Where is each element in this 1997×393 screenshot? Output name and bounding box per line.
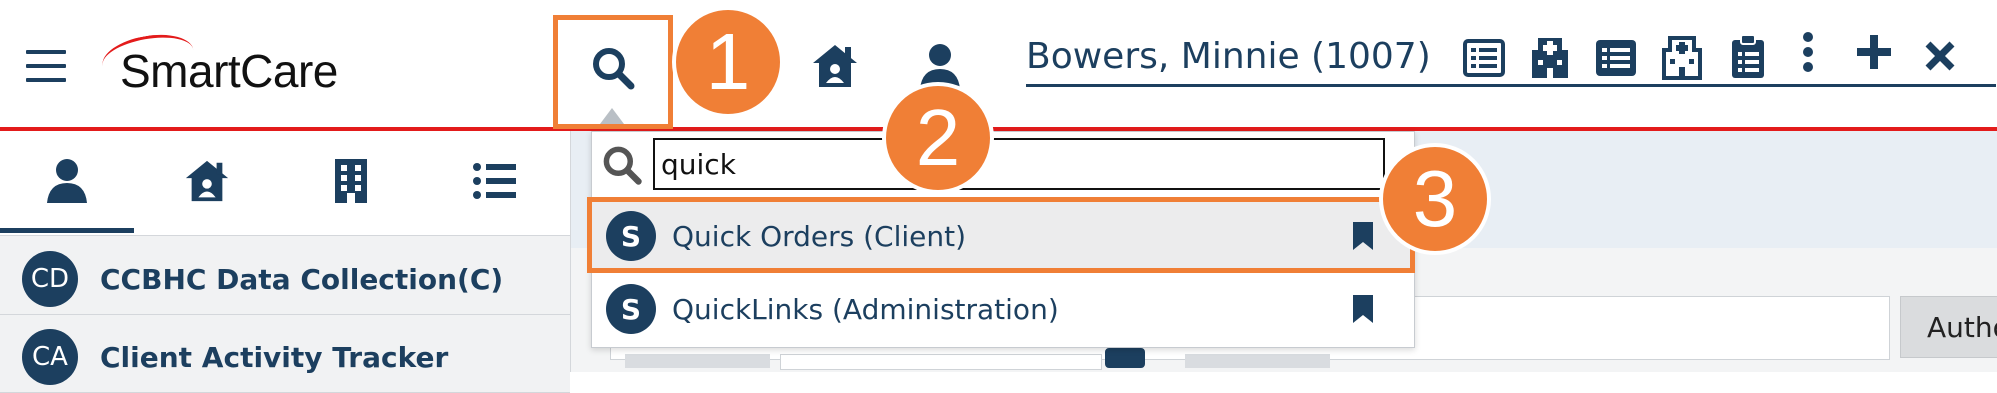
building-icon	[335, 159, 367, 203]
list-alt-icon[interactable]	[1588, 30, 1644, 86]
tab-list[interactable]	[428, 131, 562, 231]
search-input[interactable]	[653, 138, 1385, 190]
search-icon	[600, 143, 644, 191]
callout-badge-1: 1	[672, 6, 784, 118]
hospital-icon[interactable]	[1522, 28, 1578, 84]
menu-icon[interactable]	[26, 50, 66, 84]
list-document-icon[interactable]	[1456, 30, 1512, 86]
active-tab-indicator	[0, 228, 134, 233]
authorize-button[interactable]: Autho	[1900, 296, 1997, 358]
search-result-item[interactable]: S QuickLinks (Administration)	[592, 275, 1412, 343]
person-icon	[47, 159, 87, 203]
home-icon	[185, 160, 229, 202]
hospital-outline-icon[interactable]	[1654, 28, 1710, 84]
callout-badge-3: 3	[1379, 143, 1491, 255]
background-field	[780, 354, 1102, 370]
background-label	[1185, 354, 1330, 368]
result-avatar: S	[606, 284, 656, 334]
clipboard-icon[interactable]	[1720, 28, 1776, 84]
tab-client[interactable]	[0, 131, 134, 231]
home-icon[interactable]	[807, 38, 863, 94]
app-logo[interactable]: SmartCare	[120, 44, 338, 98]
item-avatar: CA	[22, 329, 78, 385]
more-vertical-icon[interactable]	[1780, 24, 1836, 80]
search-result-label: QuickLinks (Administration)	[672, 292, 1059, 326]
callout-badge-2: 2	[882, 82, 994, 194]
background-label	[625, 354, 770, 368]
client-name[interactable]: Bowers, Minnie (1007)	[1026, 36, 1431, 77]
plus-icon[interactable]	[1846, 24, 1902, 80]
list-item-label: Client Activity Tracker	[100, 340, 449, 374]
list-item[interactable]: CA Client Activity Tracker	[0, 322, 570, 393]
list-item-label: CCBHC Data Collection(C)	[100, 262, 504, 296]
background-icon	[1105, 348, 1145, 368]
bookmark-icon[interactable]	[1352, 294, 1374, 324]
item-avatar: CD	[22, 251, 78, 307]
search-icon[interactable]	[585, 40, 641, 96]
list-icon	[473, 163, 516, 199]
close-icon[interactable]	[1912, 28, 1968, 84]
result-highlight	[587, 197, 1415, 273]
tab-home[interactable]	[140, 131, 274, 231]
dropdown-caret	[600, 108, 624, 124]
tab-organization[interactable]	[284, 131, 418, 231]
list-item[interactable]: CD CCBHC Data Collection(C)	[0, 244, 570, 315]
